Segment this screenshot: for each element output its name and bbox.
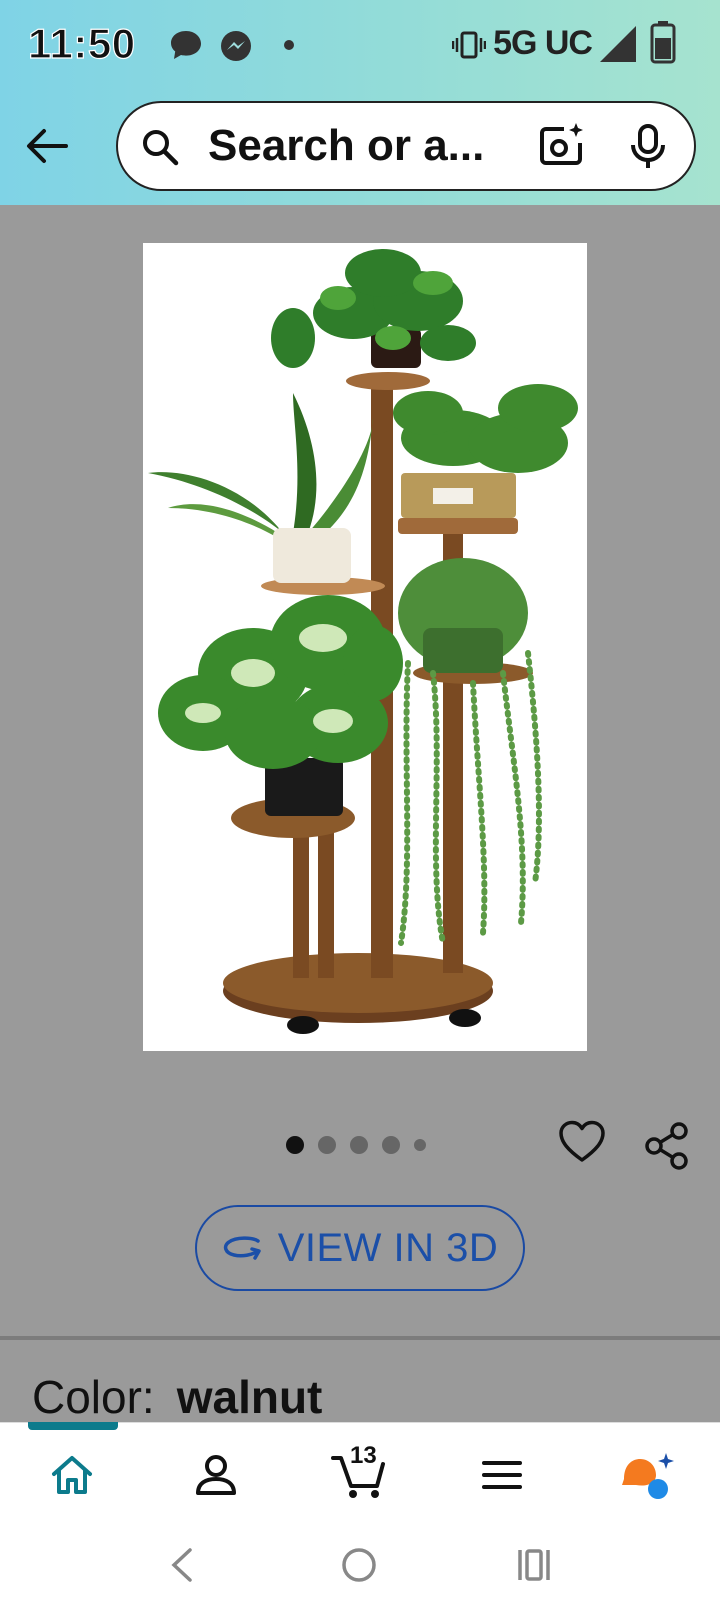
nav-rufus[interactable]	[618, 1445, 678, 1505]
signal-icon	[600, 26, 636, 62]
pagination-dot-5[interactable]	[414, 1139, 426, 1151]
nav-home[interactable]	[42, 1445, 102, 1505]
view-in-3d-label: VIEW IN 3D	[277, 1225, 499, 1270]
app-header: 11:50 5G UC Search or a...	[0, 0, 720, 205]
rufus-assistant-icon	[622, 1453, 674, 1499]
image-pagination	[286, 1136, 426, 1154]
pagination-dot-1[interactable]	[286, 1136, 304, 1154]
account-icon	[196, 1455, 236, 1495]
camera-search-icon[interactable]	[536, 121, 586, 171]
plant-stand-illustration	[148, 249, 578, 1034]
system-back-icon[interactable]	[168, 1546, 196, 1584]
status-time: 11:50	[27, 19, 136, 67]
more-notifications-dot	[284, 40, 294, 50]
nav-menu[interactable]	[472, 1445, 532, 1505]
hamburger-menu-icon	[482, 1461, 522, 1489]
system-home-icon[interactable]	[340, 1546, 378, 1584]
home-icon	[52, 1456, 92, 1494]
pagination-dot-2[interactable]	[318, 1136, 336, 1154]
messenger-icon	[221, 31, 251, 61]
pagination-dot-3[interactable]	[350, 1136, 368, 1154]
share-icon[interactable]	[644, 1122, 690, 1170]
search-bar[interactable]: Search or a...	[116, 101, 696, 191]
system-recents-icon[interactable]	[516, 1546, 552, 1584]
back-button[interactable]	[18, 118, 74, 174]
rotate-3d-icon	[223, 1236, 261, 1260]
product-image[interactable]	[143, 243, 587, 1051]
search-icon	[143, 130, 179, 166]
active-tab-indicator	[28, 1422, 118, 1430]
system-navigation-bar	[0, 1518, 720, 1612]
wishlist-heart-icon[interactable]	[558, 1120, 606, 1164]
vibrate-icon	[452, 31, 486, 59]
cart-count-badge: 13	[350, 1442, 377, 1469]
pagination-dot-4[interactable]	[382, 1136, 400, 1154]
battery-icon	[650, 21, 676, 64]
color-selector: Color: walnut	[32, 1370, 322, 1424]
chat-notification-icon	[171, 31, 201, 59]
color-label: Color:	[32, 1371, 155, 1423]
status-bar: 11:50 5G UC	[0, 0, 720, 92]
network-type: 5G UC	[493, 24, 593, 62]
nav-account[interactable]	[186, 1445, 246, 1505]
bottom-navigation	[0, 1422, 720, 1518]
section-divider	[0, 1336, 720, 1340]
search-input[interactable]: Search or a...	[208, 121, 484, 171]
color-value: walnut	[176, 1371, 323, 1423]
view-in-3d-button[interactable]: VIEW IN 3D	[195, 1205, 525, 1291]
back-arrow-icon	[27, 129, 68, 163]
microphone-icon[interactable]	[628, 123, 668, 171]
